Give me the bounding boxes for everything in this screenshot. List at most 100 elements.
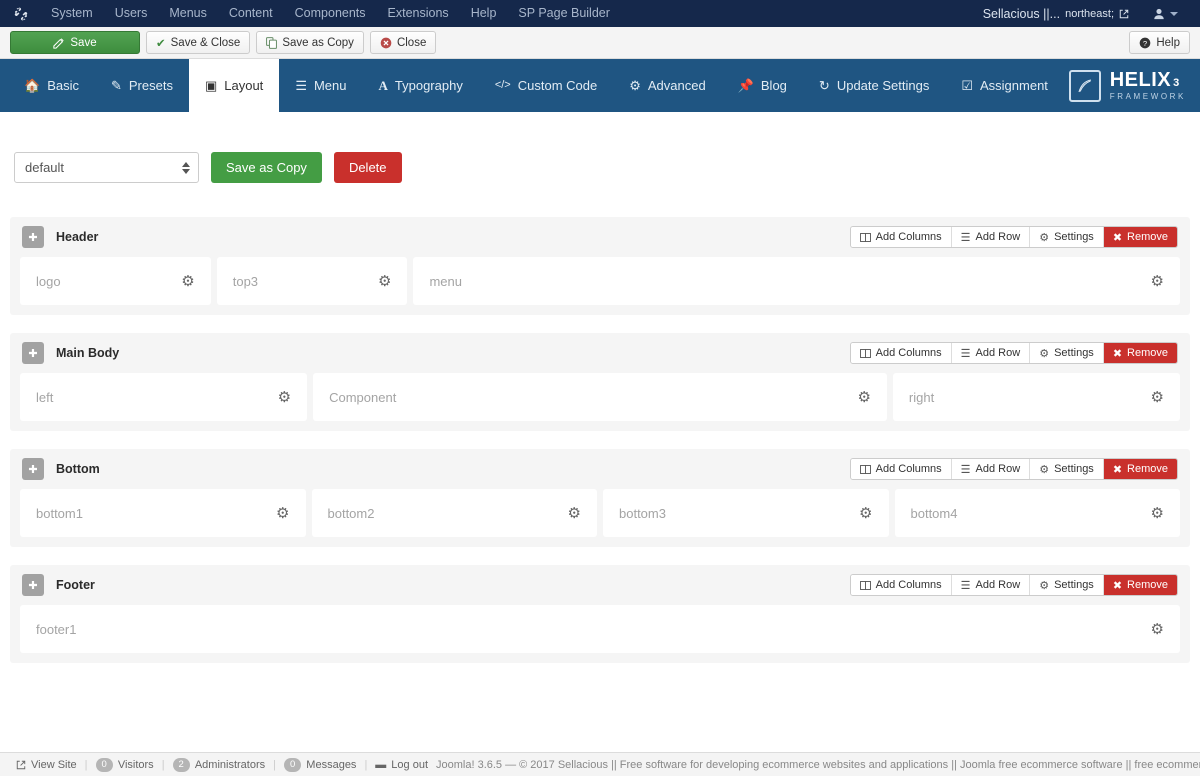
column-settings-gear-icon[interactable]: ⚙ <box>276 504 289 522</box>
remove-button[interactable]: ✖ Remove <box>1103 343 1177 363</box>
add-row-button[interactable]: ☰ Add Row <box>951 459 1031 479</box>
view-site-link[interactable]: View Site <box>8 759 85 771</box>
settings-button[interactable]: ⚙ Settings <box>1030 343 1104 363</box>
add-columns-button[interactable]: Add Columns <box>850 575 952 595</box>
admin-menu-item-menus[interactable]: Menus <box>158 0 218 27</box>
column-block-bottom4[interactable]: bottom4 ⚙ <box>894 489 1180 537</box>
tab-advanced[interactable]: ⚙ Advanced <box>613 59 721 112</box>
add-columns-label: Add Columns <box>875 231 942 243</box>
times-icon: ✖ <box>1112 579 1123 592</box>
section-action-group: Add Columns ☰ Add Row ⚙ Settings ✖ Remov… <box>849 574 1178 596</box>
column-settings-gear-icon[interactable]: ⚙ <box>1151 388 1164 406</box>
tab-assignment[interactable]: ☑ Assignment <box>945 59 1064 112</box>
save-as-copy-button[interactable]: Save as Copy <box>256 31 364 54</box>
column-settings-gear-icon[interactable]: ⚙ <box>857 388 870 406</box>
admin-main-menu: System Users Menus Content Components Ex… <box>40 0 621 27</box>
column-block-logo[interactable]: logo ⚙ <box>20 257 211 305</box>
help-button-label: Help <box>1156 36 1180 49</box>
drag-handle-icon[interactable]: ✚ <box>22 574 44 596</box>
helix-mark-icon <box>1068 69 1101 102</box>
column-settings-gear-icon[interactable]: ⚙ <box>378 272 391 290</box>
column-block-left[interactable]: left ⚙ <box>20 373 308 421</box>
drag-handle-icon[interactable]: ✚ <box>22 226 44 248</box>
add-columns-button[interactable]: Add Columns <box>850 459 952 479</box>
times-icon: ✖ <box>1112 463 1123 476</box>
tab-layout[interactable]: ▣ Layout <box>188 59 280 112</box>
drag-handle-icon[interactable]: ✚ <box>22 342 44 364</box>
tab-menu[interactable]: ☰ Menu <box>279 59 362 112</box>
column-block-component[interactable]: Component ⚙ <box>313 373 887 421</box>
preset-save-as-copy-button[interactable]: Save as Copy <box>211 152 322 183</box>
joomla-logo-icon[interactable] <box>10 0 32 27</box>
column-settings-gear-icon[interactable]: ⚙ <box>181 272 194 290</box>
admin-menu-item-system[interactable]: System <box>40 0 104 27</box>
column-settings-gear-icon[interactable]: ⚙ <box>859 504 872 522</box>
help-button[interactable]: ? Help <box>1129 31 1190 54</box>
columns-icon <box>859 232 871 242</box>
add-row-button[interactable]: ☰ Add Row <box>951 227 1031 247</box>
external-link-icon <box>16 760 26 769</box>
user-menu-button[interactable] <box>1139 8 1186 20</box>
admin-menu-item-components[interactable]: Components <box>284 0 377 27</box>
settings-button[interactable]: ⚙ Settings <box>1030 575 1104 595</box>
column-block-menu[interactable]: menu ⚙ <box>413 257 1180 305</box>
column-block-footer1[interactable]: footer1 ⚙ <box>20 605 1180 653</box>
remove-button[interactable]: ✖ Remove <box>1103 575 1177 595</box>
add-columns-button[interactable]: Add Columns <box>850 343 952 363</box>
save-and-close-button[interactable]: ✔ Save & Close <box>146 31 251 54</box>
helix-version-label: 3 <box>1173 77 1180 89</box>
admin-menu-item-sp-page-builder[interactable]: SP Page Builder <box>507 0 621 27</box>
column-block-top3[interactable]: top3 ⚙ <box>216 257 408 305</box>
column-settings-gear-icon[interactable]: ⚙ <box>1151 272 1164 290</box>
column-settings-gear-icon[interactable]: ⚙ <box>1151 504 1164 522</box>
cogs-icon: ⚙ <box>1039 463 1050 476</box>
font-icon: A <box>378 78 388 93</box>
status-bar: View Site | 0 Visitors | 2 Administrator… <box>0 752 1200 776</box>
tab-typography[interactable]: A Typography <box>363 59 479 112</box>
visitors-count-badge: 0 <box>95 757 113 772</box>
section-action-group: Add Columns ☰ Add Row ⚙ Settings ✖ Remov… <box>849 342 1178 364</box>
tab-presets[interactable]: ✎ Presets <box>95 59 189 112</box>
section-columns-row: logo ⚙ top3 ⚙ menu ⚙ <box>10 257 1190 305</box>
remove-button[interactable]: ✖ Remove <box>1103 459 1177 479</box>
add-row-button[interactable]: ☰ Add Row <box>951 343 1031 363</box>
column-block-right[interactable]: right ⚙ <box>892 373 1180 421</box>
tab-basic[interactable]: 🏠 Basic <box>8 59 95 112</box>
preset-delete-button[interactable]: Delete <box>333 152 402 183</box>
column-block-bottom1[interactable]: bottom1 ⚙ <box>20 489 306 537</box>
layout-preset-select[interactable]: default <box>14 152 199 183</box>
add-row-button[interactable]: ☰ Add Row <box>951 575 1031 595</box>
section-action-group: Add Columns ☰ Add Row ⚙ Settings ✖ Remov… <box>849 458 1178 480</box>
tab-blog[interactable]: 📌 Blog <box>722 59 803 112</box>
column-settings-gear-icon[interactable]: ⚙ <box>568 504 581 522</box>
column-block-bottom2[interactable]: bottom2 ⚙ <box>311 489 597 537</box>
rows-icon: ☰ <box>960 347 971 360</box>
remove-button[interactable]: ✖ Remove <box>1103 227 1177 247</box>
layout-section-main-body: ✚ Main Body Add Columns ☰ Add Row ⚙ Sett… <box>10 333 1190 431</box>
administrators-status[interactable]: 2 Administrators <box>165 757 274 772</box>
column-label: bottom1 <box>36 505 83 521</box>
layout-editor-content: default Save as Copy Delete ✚ Header Add… <box>0 112 1200 776</box>
column-label: footer1 <box>36 621 77 637</box>
logout-link[interactable]: ▬ Log out <box>367 759 436 771</box>
column-settings-gear-icon[interactable]: ⚙ <box>278 388 291 406</box>
admin-menu-item-help[interactable]: Help <box>460 0 508 27</box>
tab-update-settings[interactable]: ↻ Update Settings <box>803 59 945 112</box>
drag-handle-icon[interactable]: ✚ <box>22 458 44 480</box>
column-block-bottom3[interactable]: bottom3 ⚙ <box>603 489 889 537</box>
add-columns-button[interactable]: Add Columns <box>850 227 952 247</box>
settings-button[interactable]: ⚙ Settings <box>1030 227 1104 247</box>
close-button[interactable]: Close <box>369 31 437 54</box>
save-button[interactable]: Save <box>10 31 140 54</box>
visitors-status[interactable]: 0 Visitors <box>88 757 162 772</box>
administrators-count-badge: 2 <box>172 757 190 772</box>
tab-custom-code[interactable]: </> Custom Code <box>479 59 613 112</box>
save-button-label: Save <box>70 36 97 49</box>
settings-button[interactable]: ⚙ Settings <box>1030 459 1104 479</box>
column-settings-gear-icon[interactable]: ⚙ <box>1151 620 1164 638</box>
admin-menu-item-extensions[interactable]: Extensions <box>377 0 460 27</box>
admin-menu-item-users[interactable]: Users <box>104 0 159 27</box>
messages-status[interactable]: 0 Messages <box>276 757 364 772</box>
site-name-link[interactable]: Sellacious ||... northeast; <box>977 7 1135 21</box>
admin-menu-item-content[interactable]: Content <box>218 0 284 27</box>
